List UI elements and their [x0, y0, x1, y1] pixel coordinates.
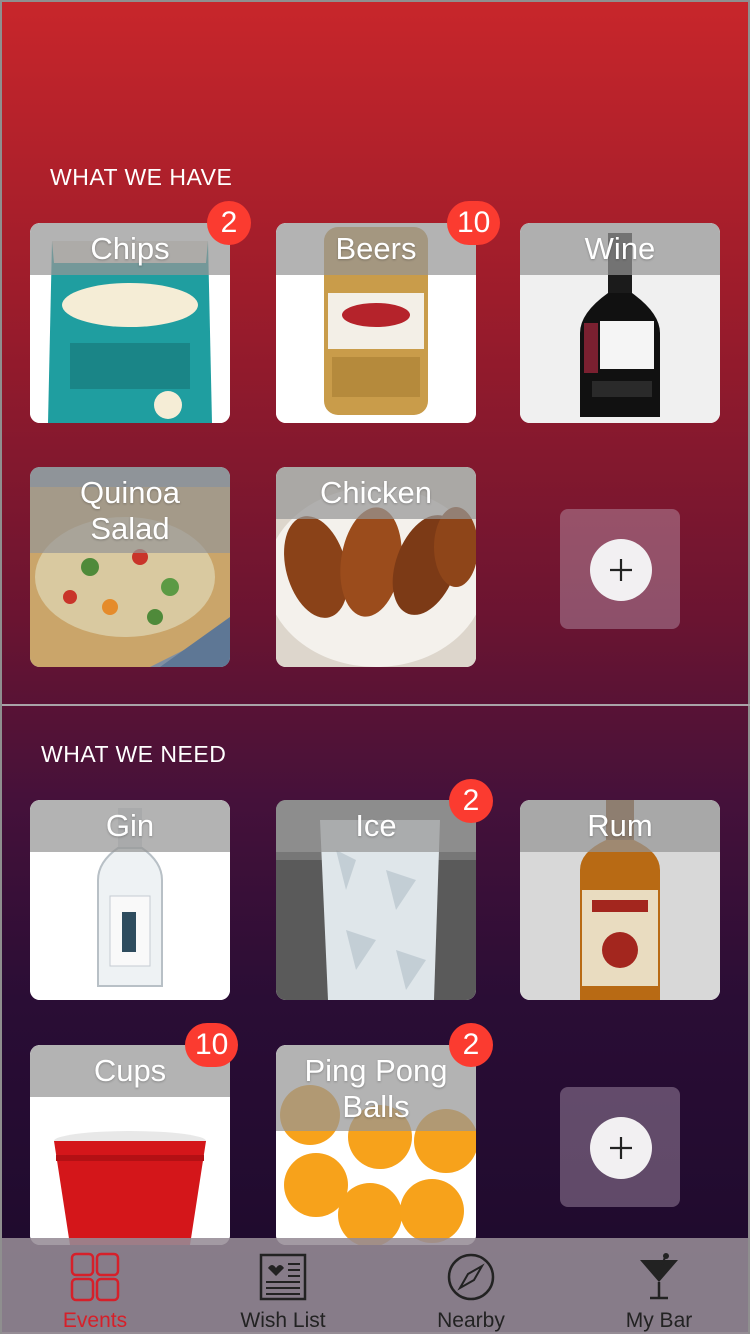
need-section-title: WHAT WE NEED	[41, 741, 227, 767]
count-badge: 2	[449, 779, 493, 823]
item-tile-ice[interactable]: Ice	[276, 800, 476, 1000]
item-label: Wine	[584, 231, 656, 266]
tab-nearby[interactable]: Nearby	[378, 1238, 564, 1334]
compass-icon	[447, 1253, 495, 1301]
item-label: Chips	[90, 231, 170, 266]
item-tile-chicken[interactable]: Chicken	[276, 467, 476, 667]
section-divider	[2, 704, 750, 706]
add-button-circle[interactable]	[590, 539, 652, 601]
item-tile-chips[interactable]: Chips	[30, 223, 230, 423]
tab-label: Nearby	[437, 1309, 505, 1332]
tab-events[interactable]: Events	[2, 1238, 188, 1334]
item-tile-wine[interactable]: Wine	[520, 223, 720, 423]
count-badge: 2	[449, 1023, 493, 1067]
tab-label: My Bar	[625, 1309, 693, 1332]
list-icon	[259, 1253, 307, 1301]
item-tile-cups[interactable]: Cups	[30, 1045, 230, 1245]
item-label: Chicken	[320, 475, 432, 510]
tab-bar: Events Wish List Nearby My Bar	[2, 1238, 748, 1334]
count-badge: 10	[447, 201, 501, 245]
item-tile-beers[interactable]: Beers	[276, 223, 476, 423]
item-label: Quinoa Salad	[80, 475, 180, 546]
item-label: Ice	[355, 808, 397, 843]
add-have-item-button[interactable]	[560, 509, 680, 629]
tab-my-bar[interactable]: My Bar	[566, 1238, 750, 1334]
item-tile-quinoa-salad[interactable]: Quinoa Salad	[30, 467, 230, 667]
tab-wish-list[interactable]: Wish List	[190, 1238, 376, 1334]
add-need-item-button[interactable]	[560, 1087, 680, 1207]
tab-label: Events	[62, 1309, 128, 1332]
count-badge: 10	[185, 1023, 239, 1067]
count-badge: 2	[207, 201, 251, 245]
tab-label: Wish List	[240, 1309, 326, 1332]
add-button-circle[interactable]	[590, 1117, 652, 1179]
cocktail-icon	[640, 1253, 678, 1300]
have-section-title: WHAT WE HAVE	[50, 164, 233, 190]
item-tile-gin[interactable]: Gin	[30, 800, 230, 1000]
item-label: Rum	[587, 808, 653, 843]
item-label: Beers	[335, 231, 417, 266]
item-tile-ping-pong-balls[interactable]: Ping Pong Balls	[276, 1045, 476, 1245]
item-label: Ping Pong Balls	[304, 1053, 448, 1124]
item-tile-rum[interactable]: Rum	[520, 800, 720, 1000]
grid-icon	[70, 1252, 120, 1302]
plus-icon	[610, 559, 632, 581]
plus-icon	[610, 1137, 632, 1159]
item-label: Gin	[105, 808, 155, 843]
